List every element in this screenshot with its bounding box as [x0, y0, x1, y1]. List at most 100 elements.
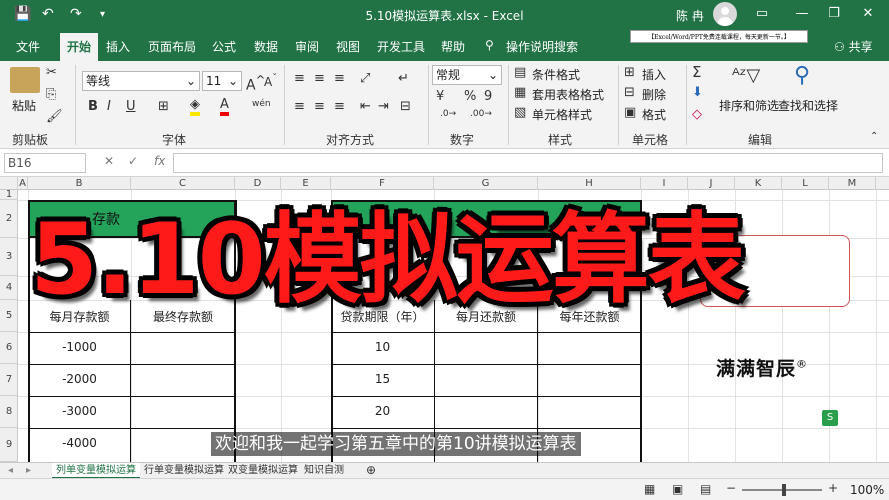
row-header[interactable]: 4 — [0, 276, 18, 300]
bold-button[interactable]: B — [88, 99, 98, 114]
row-header[interactable]: 2 — [0, 200, 18, 238]
minimize-button[interactable]: — — [792, 6, 812, 21]
row-header[interactable]: 5 — [0, 300, 18, 332]
formula-input[interactable] — [173, 153, 883, 173]
scroll-right-icon[interactable]: ▸ — [22, 463, 35, 479]
zoom-level[interactable]: 100% — [850, 483, 884, 497]
tab-view[interactable]: 视图 — [336, 38, 360, 55]
row-header[interactable]: 9 — [0, 428, 18, 462]
clear-icon[interactable]: ◇ — [692, 107, 702, 122]
row-header[interactable]: 8 — [0, 396, 18, 428]
table1-value[interactable]: -4000 — [28, 436, 131, 450]
user-name[interactable]: 陈 冉 — [676, 7, 704, 24]
name-box[interactable]: B16 — [4, 153, 86, 173]
find-select-button[interactable]: 查找和选择 — [778, 97, 838, 114]
decrease-decimal-icon[interactable]: .00→ — [470, 109, 492, 119]
number-format-select[interactable]: 常规 ⌄ — [432, 65, 502, 85]
sheet-tab[interactable]: 双变量模拟运算 — [224, 463, 302, 479]
table2-value[interactable]: 15 — [331, 372, 434, 386]
table2-value[interactable]: 20 — [331, 404, 434, 418]
autosum-icon[interactable]: Σ — [692, 63, 701, 81]
delete-cells-button[interactable]: 删除 — [642, 86, 666, 103]
quick-analysis-icon[interactable]: S — [822, 410, 838, 426]
phonetic-icon[interactable]: wén — [252, 99, 271, 109]
font-color-icon[interactable]: A — [220, 97, 229, 116]
sort-filter-button[interactable]: 排序和筛选 — [719, 97, 779, 114]
tab-formulas[interactable]: 公式 — [212, 38, 236, 55]
table1-value[interactable]: -2000 — [28, 372, 131, 386]
row-header[interactable]: 7 — [0, 364, 18, 396]
table2-value[interactable]: 10 — [331, 340, 434, 354]
insert-cells-button[interactable]: 插入 — [642, 66, 666, 83]
increase-indent-icon[interactable]: ⇥ — [378, 99, 389, 114]
page-break-view-icon[interactable]: ▤ — [700, 482, 711, 496]
tab-developer[interactable]: 开发工具 — [377, 38, 425, 55]
avatar[interactable] — [713, 2, 737, 26]
table1-value[interactable]: -1000 — [28, 340, 131, 354]
add-sheet-button[interactable]: ⊕ — [362, 463, 380, 479]
tab-review[interactable]: 审阅 — [295, 38, 319, 55]
zoom-out-icon[interactable]: − — [726, 481, 736, 495]
format-cells-button[interactable]: 格式 — [642, 106, 666, 123]
comma-style-button[interactable]: 9 — [484, 89, 492, 104]
sheet-tab[interactable]: 知识自测 — [300, 463, 348, 479]
fill-color-icon[interactable]: ◈ — [190, 97, 200, 116]
column-header[interactable]: A — [18, 177, 28, 190]
scroll-left-icon[interactable]: ◂ — [4, 463, 17, 479]
paste-button[interactable]: 粘贴 — [12, 97, 36, 114]
conditional-format-button[interactable]: 条件格式 — [532, 66, 580, 83]
border-icon[interactable]: ⊞ — [158, 99, 169, 114]
tab-page-layout[interactable]: 页面布局 — [148, 38, 196, 55]
align-top-icon[interactable]: ≡ — [294, 71, 305, 86]
italic-button[interactable]: I — [107, 99, 111, 114]
decrease-indent-icon[interactable]: ⇤ — [360, 99, 371, 114]
increase-font-icon[interactable]: A^ — [246, 73, 265, 94]
close-button[interactable]: ✕ — [858, 6, 878, 21]
column-header[interactable]: M — [829, 177, 876, 190]
row-header[interactable]: 6 — [0, 332, 18, 364]
align-middle-icon[interactable]: ≡ — [314, 71, 325, 86]
collapse-ribbon-icon[interactable]: ⌃ — [870, 131, 878, 142]
decrease-font-icon[interactable]: Aˇ — [264, 73, 277, 89]
format-as-table-button[interactable]: 套用表格格式 — [532, 86, 604, 103]
sheet-tab[interactable]: 行单变量模拟运算 — [140, 463, 228, 479]
align-left-icon[interactable]: ≡ — [294, 99, 305, 114]
restore-button[interactable]: ❐ — [824, 6, 844, 21]
tell-me-search[interactable]: 操作说明搜索 — [506, 38, 578, 55]
copy-icon[interactable]: ⎘ — [46, 87, 56, 102]
table1-value[interactable]: -3000 — [28, 404, 131, 418]
tab-home[interactable]: 开始 — [60, 33, 99, 61]
ribbon-display-options-icon[interactable]: ▭ — [752, 6, 772, 21]
tab-insert[interactable]: 插入 — [106, 38, 130, 55]
row-header[interactable]: 1 — [0, 190, 18, 200]
column-header[interactable]: L — [782, 177, 829, 190]
cell-styles-button[interactable]: 单元格样式 — [532, 106, 592, 123]
paste-icon[interactable] — [10, 67, 40, 93]
increase-decimal-icon[interactable]: .0→ — [440, 109, 456, 119]
sheet-tab[interactable]: 列单变量模拟运算 — [52, 463, 140, 479]
tab-data[interactable]: 数据 — [254, 38, 278, 55]
format-painter-icon[interactable]: 🖌 — [46, 109, 63, 124]
orientation-icon[interactable]: ⤢ — [360, 71, 370, 86]
align-right-icon[interactable]: ≡ — [334, 99, 345, 114]
cut-icon[interactable]: ✂ — [46, 65, 57, 80]
font-name-select[interactable]: 等线 ⌄ — [82, 71, 200, 91]
underline-button[interactable]: U — [126, 99, 136, 114]
merge-center-icon[interactable]: ⊟ — [400, 99, 411, 114]
fill-icon[interactable]: ⬇ — [692, 85, 703, 100]
zoom-slider-thumb[interactable] — [782, 484, 786, 496]
cancel-icon[interactable]: ✕ — [104, 154, 114, 168]
tab-file[interactable]: 文件 — [16, 38, 40, 55]
align-bottom-icon[interactable]: ≡ — [334, 71, 345, 86]
normal-view-icon[interactable]: ▦ — [644, 482, 655, 496]
font-size-select[interactable]: 11 ⌄ — [202, 71, 242, 91]
row-header[interactable]: 3 — [0, 238, 18, 276]
zoom-in-icon[interactable]: + — [828, 481, 838, 495]
share-button[interactable]: ⚇ 共享 — [834, 38, 873, 55]
insert-function-icon[interactable]: fx — [154, 154, 165, 168]
wrap-text-icon[interactable]: ↵ — [398, 71, 409, 86]
percent-button[interactable]: % — [464, 89, 476, 104]
tab-help[interactable]: 帮助 — [441, 38, 465, 55]
enter-icon[interactable]: ✓ — [128, 154, 138, 168]
currency-icon[interactable]: ¥ — [436, 89, 444, 104]
